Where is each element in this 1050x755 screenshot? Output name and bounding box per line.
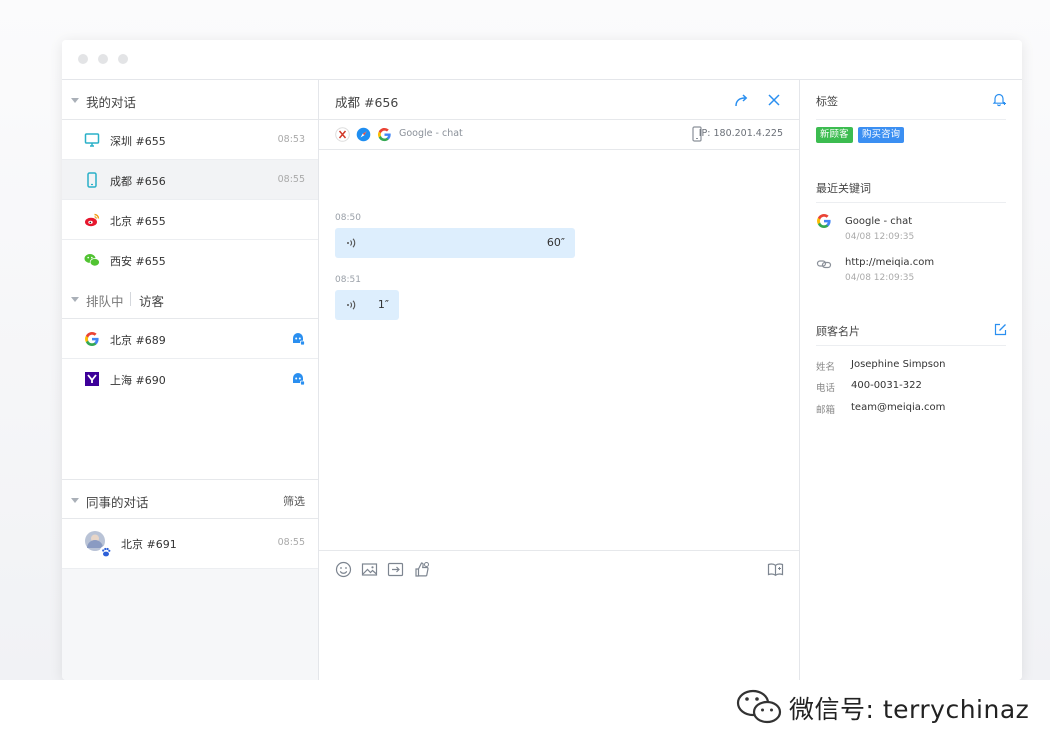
conversation-time: 08:53: [277, 134, 305, 145]
voice-wave-icon: [347, 300, 356, 310]
queue-header[interactable]: 排队中 访客: [62, 279, 318, 319]
keywords-title: 最近关键词: [816, 182, 871, 195]
desktop-icon: [84, 133, 100, 147]
divider: [816, 202, 1006, 203]
chat-header: 成都 #656: [319, 80, 799, 120]
keyword-time: 04/08 12:09:35: [845, 273, 915, 283]
field-value-name[interactable]: Josephine Simpson: [851, 359, 945, 370]
avatar: [85, 531, 113, 559]
queue-item[interactable]: 上海 #690: [62, 359, 318, 399]
window-zoom-dot[interactable]: [118, 54, 128, 64]
google-icon: [85, 332, 99, 347]
safari-icon: [356, 127, 371, 142]
colleagues-header[interactable]: 同事的对话 筛选: [62, 479, 318, 519]
colleague-conversation-item[interactable]: 北京 #691 08:55: [62, 519, 318, 569]
voice-wave-icon: [347, 238, 356, 248]
section-title: 我的对话: [86, 95, 137, 110]
keyword-time: 04/08 12:09:35: [845, 232, 915, 242]
edit-icon[interactable]: [994, 323, 1007, 336]
pickup-bot-icon[interactable]: [291, 332, 305, 346]
tab-divider: [130, 292, 131, 306]
window-close-dot[interactable]: [78, 54, 88, 64]
file-transfer-icon[interactable]: [387, 561, 404, 578]
mobile-icon: [87, 172, 97, 188]
close-icon[interactable]: [765, 91, 783, 109]
composer-toolbar: [319, 550, 799, 590]
keyword-text[interactable]: http://meiqia.com: [845, 257, 934, 268]
conversation-name: 北京 #655: [110, 215, 166, 228]
link-icon: [816, 260, 832, 269]
source-text: Google - chat: [399, 128, 463, 139]
visitor-details-panel: 标签 新顾客 购买咨询 最近关键词 Google - chat 04/08 12…: [799, 80, 1022, 680]
divider: [816, 119, 1006, 120]
conversation-name: 北京 #689: [110, 334, 166, 347]
queue-tab[interactable]: 排队中: [86, 291, 124, 310]
visitor-info-bar: Google - chat IP: 180.201.4.225: [319, 120, 799, 150]
section-title: 同事的对话: [86, 495, 149, 510]
field-value-phone[interactable]: 400-0031-322: [851, 380, 922, 391]
app-window: 我的对话 深圳 #655 08:53 成都 #656 08:55 北京 #655…: [62, 40, 1022, 680]
message-time: 08:50: [335, 213, 361, 223]
conversation-name: 西安 #655: [110, 255, 166, 268]
message-input-area[interactable]: [319, 590, 799, 680]
conversation-item-active[interactable]: 成都 #656 08:55: [62, 160, 318, 200]
visitors-tab[interactable]: 访客: [139, 291, 164, 310]
conversation-name: 上海 #690: [110, 374, 166, 387]
message-time: 08:51: [335, 275, 361, 285]
field-label-email: 邮箱: [816, 405, 836, 416]
conversation-name: 深圳 #655: [110, 135, 166, 148]
watermark-text: 微信号: terrychinaz: [789, 695, 1030, 724]
google-icon: [817, 214, 831, 229]
filter-button[interactable]: 筛选: [283, 493, 305, 509]
voice-duration: 1″: [377, 298, 389, 311]
yahoo-icon: [85, 372, 99, 386]
conversation-name: 成都 #656: [110, 175, 166, 188]
queue-empty-area: [62, 399, 318, 479]
window-minimize-dot[interactable]: [98, 54, 108, 64]
emoji-icon[interactable]: [335, 561, 352, 578]
google-icon: [378, 127, 391, 142]
conversation-item[interactable]: 深圳 #655 08:53: [62, 120, 318, 160]
collapse-caret-icon[interactable]: [71, 98, 79, 103]
field-label-phone: 电话: [816, 383, 836, 394]
watermark-footer: 微信号: terrychinaz: [0, 680, 1050, 755]
keyword-text: Google - chat: [845, 216, 913, 227]
my-conversations-header[interactable]: 我的对话: [62, 80, 318, 120]
knowledge-base-icon[interactable]: [767, 561, 784, 578]
conversation-time: 08:55: [277, 537, 305, 548]
wechat-icon: [84, 254, 100, 267]
tag-badge[interactable]: 新顾客: [816, 127, 853, 143]
field-value-email[interactable]: team@meiqia.com: [851, 402, 945, 413]
tags-title: 标签: [816, 95, 838, 108]
rating-icon[interactable]: [413, 561, 430, 578]
collapse-caret-icon[interactable]: [71, 297, 79, 302]
voice-message[interactable]: 60″: [335, 228, 575, 258]
transfer-icon[interactable]: [733, 91, 751, 109]
tag-badge[interactable]: 购买咨询: [858, 127, 905, 143]
divider: [816, 345, 1006, 346]
collapse-caret-icon[interactable]: [71, 498, 79, 503]
window-titlebar: [62, 40, 1022, 80]
pickup-bot-icon[interactable]: [291, 372, 305, 386]
voice-message[interactable]: 1″: [335, 290, 399, 320]
weibo-icon: [85, 213, 100, 227]
chat-panel: 成都 #656 Google - chat IP: 180.201.4.225 …: [319, 80, 799, 680]
field-label-name: 姓名: [816, 362, 836, 373]
os-icon: [335, 127, 350, 142]
conversation-item[interactable]: 西安 #655: [62, 240, 318, 280]
image-icon[interactable]: [361, 561, 378, 578]
conversation-time: 08:55: [277, 174, 305, 185]
conversation-name: 北京 #691: [121, 538, 177, 551]
customer-card-title: 顾客名片: [816, 325, 860, 338]
conversation-sidebar: 我的对话 深圳 #655 08:53 成都 #656 08:55 北京 #655…: [62, 80, 319, 680]
add-tag-bell-icon[interactable]: [991, 91, 1007, 107]
voice-duration: 60″: [546, 236, 565, 249]
chat-title: 成都 #656: [335, 95, 399, 110]
conversation-item[interactable]: 北京 #655: [62, 200, 318, 240]
ip-address: IP: 180.201.4.225: [698, 128, 783, 139]
queue-item[interactable]: 北京 #689: [62, 319, 318, 359]
wechat-logo-icon: [736, 689, 782, 724]
